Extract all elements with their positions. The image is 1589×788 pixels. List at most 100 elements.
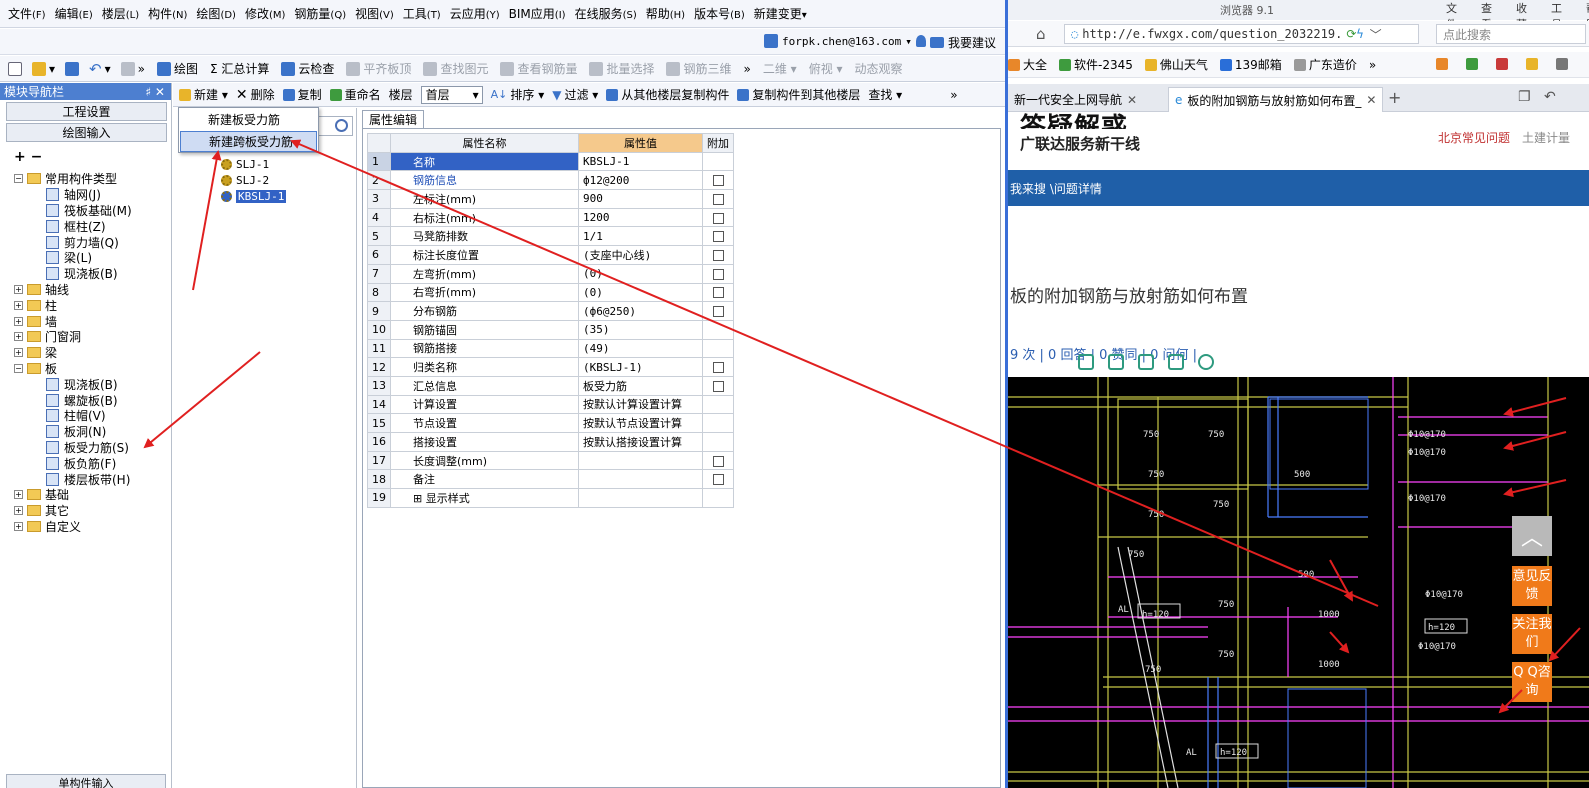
tree-node[interactable]: + 墙 [14,313,169,329]
tree-node[interactable]: + 基础 [14,487,169,503]
tree-node[interactable]: + 柱 [14,297,169,313]
expand-toggle-icon[interactable]: + [14,348,23,358]
property-value[interactable] [578,469,703,490]
property-value[interactable]: (KBSLJ-1) [578,357,703,377]
save-button[interactable] [65,61,80,76]
top-link-civil[interactable]: 土建计量 [1522,131,1570,145]
add-checkbox[interactable] [712,231,724,243]
property-value[interactable]: 按默认计算设置计算 [578,394,703,415]
property-row[interactable]: 13 汇总信息 板受力筋 [367,375,734,396]
add-checkbox[interactable] [712,287,724,299]
gift-icon[interactable] [1526,58,1538,70]
tree-node[interactable]: 剪力墙(Q) [14,234,169,250]
property-row[interactable]: 4 右标注(mm) 1200 [367,207,734,228]
component-item[interactable]: SLJ-1 [221,158,269,171]
property-value[interactable]: ф12@200 [578,170,703,191]
menu-item-11[interactable]: 在线服务(S) [575,5,637,22]
bookmark-item[interactable]: 佛山天气 [1144,56,1208,73]
property-value[interactable]: 按默认节点设置计算 [578,413,703,433]
property-value[interactable] [578,450,703,471]
property-value[interactable] [578,488,703,508]
tree-node[interactable]: 楼层板带(H) [14,471,169,487]
add-checkbox[interactable] [712,249,724,261]
property-value[interactable]: KBSLJ-1 [578,151,703,172]
new-button[interactable]: 新建 ▾ [179,86,228,103]
sort-button[interactable]: A↓ 排序 ▾ [491,86,545,103]
tree-node[interactable]: 现浇板(B) [14,376,169,392]
filter-button[interactable]: ▼ 过滤 ▾ [552,86,598,103]
menu-item-2[interactable]: 楼层(L) [102,5,139,22]
menu-item-5[interactable]: 修改(M) [245,5,285,22]
add-checkbox[interactable] [712,193,724,205]
expand-toggle-icon[interactable]: + [14,521,23,531]
add-checkbox[interactable] [712,175,724,187]
settings-icon[interactable] [1556,58,1568,70]
toolbar-item-2[interactable]: Σ 汇总计算 [210,60,269,77]
bookmark-item[interactable]: 139邮箱 [1219,56,1282,73]
menu-item-7[interactable]: 视图(V) [355,5,394,22]
add-checkbox[interactable] [712,380,724,392]
top-link-beijing[interactable]: 北京常见问题 [1438,131,1510,145]
home-icon[interactable]: ⌂ [1036,25,1046,43]
single-component-input-button[interactable]: 单构件输入 [6,774,166,788]
component-item[interactable]: SLJ-2 [221,174,269,187]
bookmark-item[interactable]: 软件-2345 [1059,56,1133,73]
menu-item-3[interactable]: 构件(N) [148,5,187,22]
add-checkbox[interactable] [712,455,724,467]
bookmark-item[interactable]: » [1369,58,1376,72]
property-row[interactable]: 9 分布钢筋 (ф6@250) [367,301,734,321]
new-file-button[interactable] [8,61,22,76]
add-checkbox[interactable] [712,268,724,280]
expand-toggle-icon[interactable]: − [14,174,23,184]
property-row[interactable]: 16 搭接设置 按默认搭接设置计算 [367,432,734,452]
toolbar-item-11[interactable]: 俯视 ▾ [809,60,843,77]
property-edit-tab[interactable]: 属性编辑 [362,110,424,128]
site-breadcrumb[interactable]: 我来搜 \问题详情 [1010,180,1102,197]
menu-item-12[interactable]: 帮助(H) [646,5,685,22]
tree-node[interactable]: 柱帽(V) [14,408,169,424]
toolbar-item-1[interactable]: 绘图 [156,60,198,77]
new-tab-button[interactable]: + [1388,88,1401,107]
property-row[interactable]: 19 ⊞ 显示样式 [367,488,734,508]
copy-to-floor-button[interactable]: 复制构件到其他楼层 [737,86,860,103]
share-icon[interactable] [1168,354,1184,370]
toolbar-item-4[interactable]: 平齐板顶 [346,60,411,77]
toolbar-item-7[interactable]: 批量选择 [589,60,654,77]
tree-node[interactable]: 板受力筋(S) [14,440,169,456]
copy-button[interactable]: 复制 [282,86,322,103]
property-row[interactable]: 14 计算设置 按默认计算设置计算 [367,394,734,415]
menu-item-1[interactable]: 编辑(E) [55,5,93,22]
copy-from-floor-button[interactable]: 从其他楼层复制构件 [606,86,729,103]
property-value[interactable]: (0) [578,263,703,284]
bookmark-item[interactable]: 广东造价 [1293,56,1357,73]
reader-icon[interactable] [1466,58,1478,70]
menu-item-10[interactable]: BIM应用(I) [509,5,566,22]
tree-node[interactable]: 框柱(Z) [14,218,169,234]
toolbar-item-9[interactable]: » [744,62,751,76]
property-row[interactable]: 6 标注长度位置 (支座中心线) [367,245,734,265]
property-value[interactable]: 按默认搭接设置计算 [578,432,703,452]
expand-toggle-icon[interactable]: + [14,300,23,310]
expand-toggle-icon[interactable]: + [14,284,23,294]
menu-item-13[interactable]: 版本号(B) [694,5,745,22]
undo-close-icon[interactable]: ↶ [1544,89,1556,105]
menu-item-9[interactable]: 云应用(Y) [450,5,500,22]
search-icon[interactable] [335,119,348,132]
expand-toggle-icon[interactable]: + [14,316,23,326]
tree-node[interactable]: 板负筋(F) [14,455,169,471]
toolbar-item-0[interactable]: » [120,61,145,76]
menu-item-8[interactable]: 工具(T) [403,5,441,22]
advice-button[interactable]: 我要建议 [930,34,996,51]
bookmark-item[interactable]: 大全 [1008,56,1047,73]
property-row[interactable]: 15 节点设置 按默认节点设置计算 [367,413,734,433]
bell-icon[interactable] [915,35,926,47]
tree-node[interactable]: 板洞(N) [14,424,169,440]
undo-button[interactable]: ↶ ▾ [89,60,111,78]
tree-node[interactable]: 现浇板(B) [14,266,169,282]
expand-toggle-icon[interactable]: + [14,506,23,516]
chevron-down-icon[interactable]: ﹀ [1370,26,1382,43]
tree-node[interactable]: + 门窗洞 [14,329,169,345]
component-item[interactable]: KBSLJ-1 [221,190,287,203]
property-value[interactable]: 板受力筋 [578,375,703,396]
tree-node[interactable]: 轴网(J) [14,187,169,203]
